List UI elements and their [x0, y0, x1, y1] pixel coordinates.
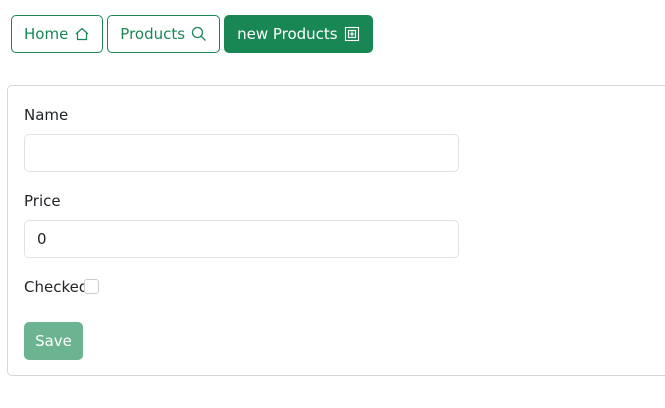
checked-checkbox[interactable]	[84, 279, 99, 294]
home-button[interactable]: Home	[11, 15, 104, 53]
product-form-card: Name Price Checked Save	[7, 85, 665, 376]
name-label: Name	[24, 106, 69, 124]
new-products-button[interactable]: new Products	[224, 15, 373, 53]
search-icon	[191, 26, 207, 41]
new-products-label: new Products	[237, 25, 338, 43]
checked-label: Checked	[24, 278, 89, 296]
top-nav: Home Products new Products	[11, 15, 373, 53]
add-box-icon	[344, 26, 359, 42]
name-input[interactable]	[24, 134, 459, 172]
price-label: Price	[24, 192, 61, 210]
products-label: Products	[120, 25, 186, 43]
products-button[interactable]: Products	[107, 15, 221, 53]
save-button[interactable]: Save	[24, 322, 83, 360]
price-input[interactable]	[24, 220, 459, 258]
home-icon	[75, 27, 89, 41]
home-label: Home	[24, 25, 69, 43]
